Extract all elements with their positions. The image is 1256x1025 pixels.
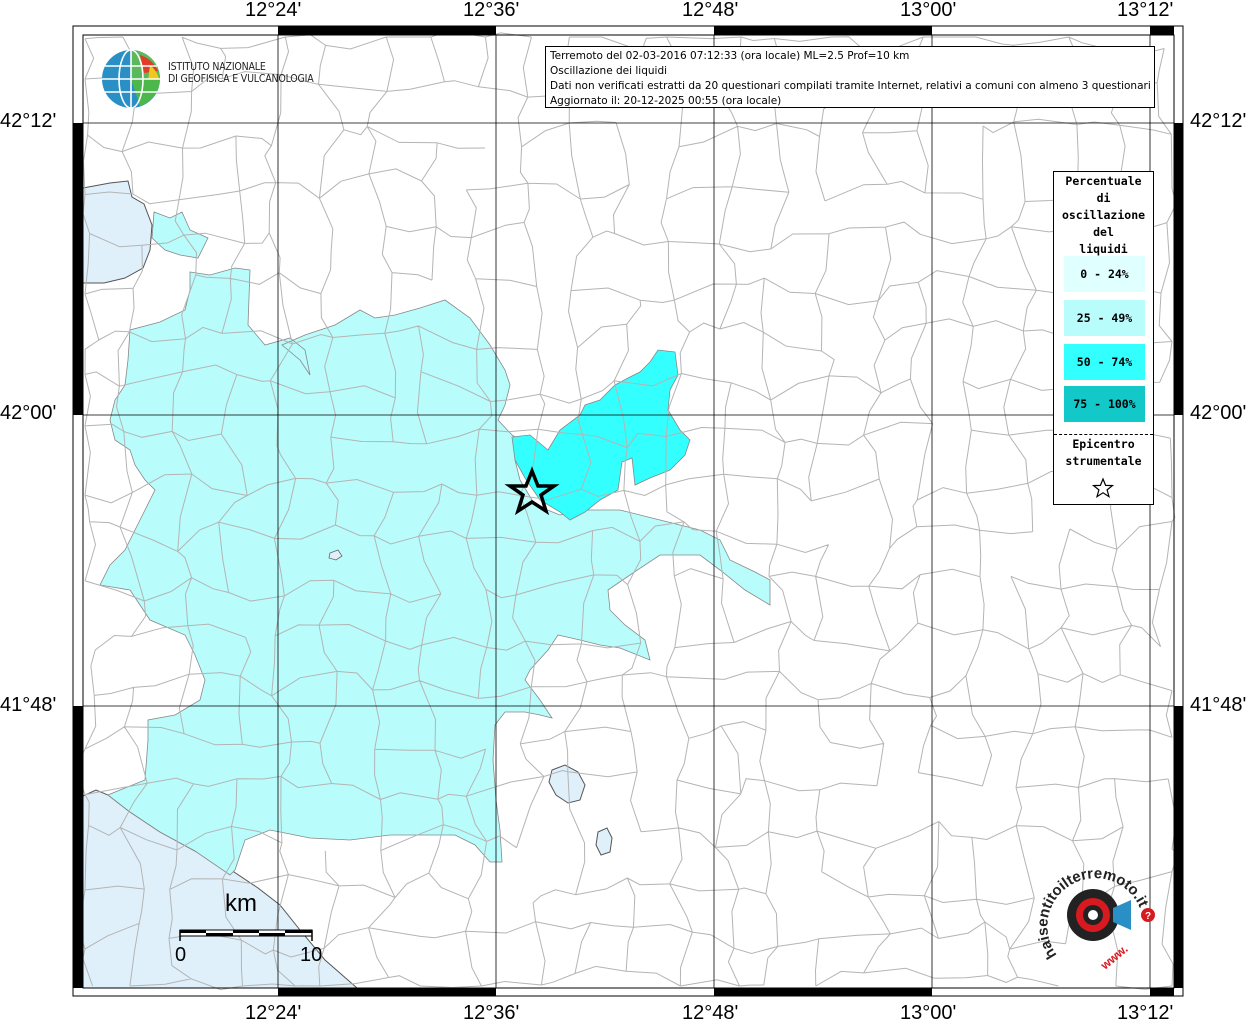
lon-label-top: 12°36' xyxy=(463,0,520,21)
legend-swatch-0-24: 0 - 24% xyxy=(1064,256,1145,292)
data-disclaimer: Dati non verificati estratti da 20 quest… xyxy=(550,80,1150,92)
region-50-74 xyxy=(511,349,691,521)
lake-bracciano xyxy=(82,180,153,284)
lon-label-bottom: 12°36' xyxy=(463,1002,520,1024)
haisentitoilterremoto-logo: haisentitoilterremoto.it www. ? xyxy=(1035,865,1155,973)
legend-title: Percentuale di oscillazione del liquidi xyxy=(1061,174,1146,256)
legend-separator xyxy=(1054,434,1153,435)
lat-label-left: 42°12' xyxy=(0,110,57,132)
lat-label-left: 41°48' xyxy=(0,694,57,716)
map-subject: Oscillazione dei liquidi xyxy=(550,65,668,77)
legend: Percentuale di oscillazione del liquidi … xyxy=(1053,171,1154,505)
lat-label-left: 42°00' xyxy=(0,402,57,424)
ingv-globe-icon xyxy=(102,49,160,109)
lat-label-right: 42°12' xyxy=(1190,110,1247,132)
lake-nemi xyxy=(595,827,613,856)
legend-swatch-50-74: 50 - 74% xyxy=(1064,344,1145,380)
lon-label-top: 13°12' xyxy=(1117,0,1174,21)
scale-max-label: 10 xyxy=(300,944,323,966)
watermark-url: www. xyxy=(1097,942,1130,973)
event-details: Terremoto del 02-03-2016 07:12:33 (ora l… xyxy=(550,50,910,62)
legend-swatch-25-49: 25 - 49% xyxy=(1064,300,1145,336)
lon-label-bottom: 12°24' xyxy=(245,1002,302,1024)
ingv-logo-text: ISTITUTO NAZIONALE DI GEOFISICA E VULCAN… xyxy=(168,61,314,85)
legend-epicenter-label: Epicentro strumentale xyxy=(1065,437,1142,468)
scale-unit: km xyxy=(225,890,257,917)
update-time: Aggiornato il: 20-12-2025 00:55 (ora loc… xyxy=(550,95,782,107)
scale-bar: km 0 10 xyxy=(175,890,325,970)
lake-albano xyxy=(548,764,586,804)
star-icon xyxy=(1092,477,1114,498)
lon-label-bottom: 13°12' xyxy=(1117,1002,1174,1024)
region-25-49 xyxy=(99,211,771,876)
lat-label-right: 41°48' xyxy=(1190,694,1247,716)
lon-label-bottom: 13°00' xyxy=(900,1002,957,1024)
event-info-box: Terremoto del 02-03-2016 07:12:33 (ora l… xyxy=(545,46,1155,108)
ingv-logo: ISTITUTO NAZIONALE DI GEOFISICA E VULCAN… xyxy=(100,47,320,111)
scale-min-label: 0 xyxy=(175,944,187,966)
svg-text:?: ? xyxy=(1145,911,1151,922)
legend-swatch-75-100: 75 - 100% xyxy=(1064,386,1145,422)
lat-label-right: 42°00' xyxy=(1190,402,1247,424)
lon-label-bottom: 12°48' xyxy=(682,1002,739,1024)
lon-label-top: 12°48' xyxy=(682,0,739,21)
lon-label-top: 12°24' xyxy=(245,0,302,21)
lon-label-top: 13°00' xyxy=(900,0,957,21)
